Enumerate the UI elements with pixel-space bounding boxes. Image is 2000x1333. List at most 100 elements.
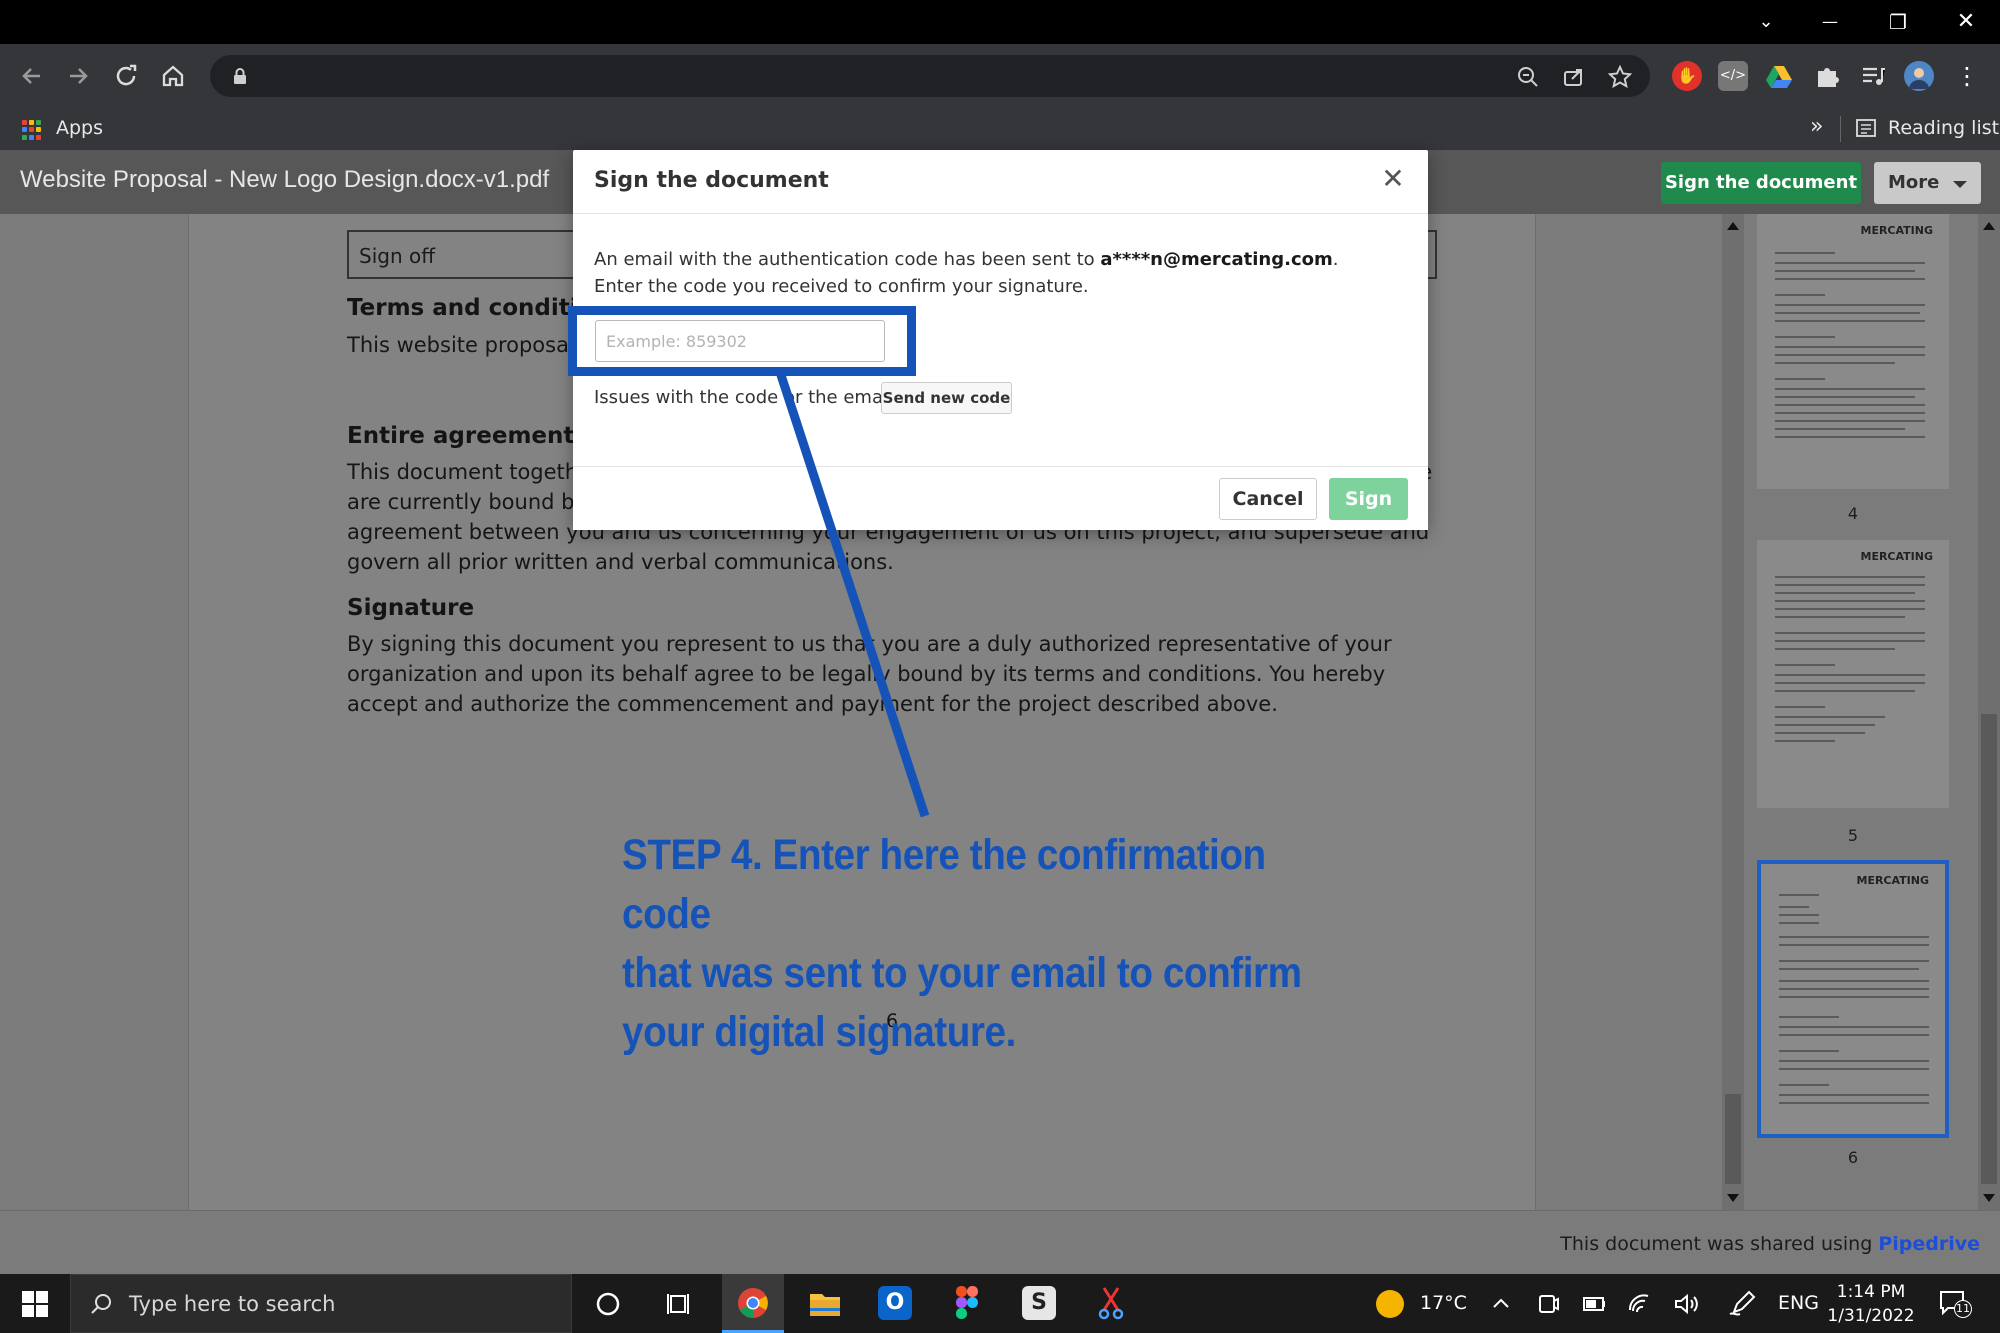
more-menu-button[interactable]: More xyxy=(1874,162,1981,204)
scrollbar-thumb[interactable] xyxy=(1725,1094,1741,1184)
scrivener-icon: S xyxy=(1022,1286,1056,1320)
message-suffix: . xyxy=(1332,249,1339,270)
bookmark-star-icon[interactable] xyxy=(1606,63,1634,91)
language-indicator[interactable]: ENG xyxy=(1778,1292,1819,1314)
restore-button[interactable]: ❐ xyxy=(1868,0,1928,44)
scrivener-taskbar-icon[interactable]: S xyxy=(1008,1274,1070,1333)
system-clock[interactable]: 1:14 PM 1/31/2022 xyxy=(1826,1280,1916,1328)
adblock-extension-icon[interactable]: ✋ xyxy=(1672,61,1702,91)
notification-count-badge: 11 xyxy=(1954,1300,1972,1318)
step-line: STEP 4. Enter here the confirmation code xyxy=(622,831,1266,938)
sign-button[interactable]: Sign xyxy=(1329,478,1408,520)
apps-grid-icon[interactable] xyxy=(22,120,42,140)
thumbnail-logo: MERCATING xyxy=(1860,224,1934,237)
scroll-down-icon[interactable] xyxy=(1983,1194,1995,1202)
google-drive-icon[interactable] xyxy=(1764,61,1794,91)
close-window-button[interactable]: ✕ xyxy=(1936,0,1996,44)
extensions-puzzle-icon[interactable] xyxy=(1812,61,1842,91)
wifi-icon[interactable] xyxy=(1620,1284,1660,1324)
page-thumbnail-6[interactable]: MERCATING xyxy=(1757,860,1949,1138)
sign-document-button[interactable]: Sign the document xyxy=(1661,162,1861,204)
pipedrive-link[interactable]: Pipedrive xyxy=(1878,1233,1980,1255)
thumbnail-logo: MERCATING xyxy=(1856,874,1930,887)
task-view-icon[interactable] xyxy=(659,1284,699,1324)
viewer-footer: This document was shared using Pipedrive xyxy=(0,1210,2000,1274)
search-icon xyxy=(89,1292,113,1316)
dialog-title: Sign the document xyxy=(594,168,829,193)
tutorial-highlight-box xyxy=(568,306,916,376)
scroll-up-icon[interactable] xyxy=(1727,222,1739,230)
battery-icon[interactable] xyxy=(1574,1284,1614,1324)
dialog-message: An email with the authentication code ha… xyxy=(594,246,1394,300)
volume-icon[interactable] xyxy=(1666,1284,1706,1324)
zoom-icon[interactable] xyxy=(1514,63,1542,91)
reading-list-button[interactable]: Reading list xyxy=(1888,117,1999,139)
dialog-header: Sign the document ✕ xyxy=(573,150,1428,214)
send-new-code-button[interactable]: Send new code xyxy=(881,382,1012,414)
tab-search-chevron-icon[interactable]: ⌄ xyxy=(1736,0,1796,44)
minimize-button[interactable]: — xyxy=(1800,0,1860,44)
weather-temperature[interactable]: 17°C xyxy=(1420,1292,1467,1314)
bookmarks-bar: Apps » Reading list xyxy=(0,108,2000,150)
step-line: that was sent to your email to confirm xyxy=(622,949,1302,997)
windows-taskbar: Type here to search O S 17°C ENG 1:14 PM… xyxy=(0,1274,2000,1333)
share-icon[interactable] xyxy=(1560,63,1588,91)
thumbnail-scrollbar-left[interactable] xyxy=(1722,214,1744,1210)
windows-start-icon[interactable] xyxy=(22,1291,48,1317)
scroll-up-icon[interactable] xyxy=(1983,222,1995,230)
reading-list-icon[interactable] xyxy=(1856,118,1876,138)
code-extension-icon[interactable]: </> xyxy=(1718,61,1748,91)
cancel-button[interactable]: Cancel xyxy=(1219,478,1317,520)
message-prefix: An email with the authentication code ha… xyxy=(594,249,1101,270)
bookmarks-overflow-button[interactable]: » xyxy=(1810,114,1823,139)
thumbnail-page-number: 5 xyxy=(1847,826,1859,845)
scrollbar-thumb[interactable] xyxy=(1981,714,1997,1184)
thumbnail-logo: MERCATING xyxy=(1860,550,1934,563)
home-icon[interactable] xyxy=(155,58,191,94)
browser-menu-icon[interactable]: ⋮ xyxy=(1952,61,1982,91)
browser-toolbar: ✋ </> ⋮ xyxy=(0,44,2000,108)
page-thumbnail-4[interactable]: MERCATING xyxy=(1757,214,1949,489)
scroll-down-icon[interactable] xyxy=(1727,1194,1739,1202)
meet-now-icon[interactable] xyxy=(1528,1284,1568,1324)
lock-icon[interactable] xyxy=(230,66,250,86)
section-heading: Signature xyxy=(347,595,475,621)
notification-center-icon[interactable]: 11 xyxy=(1938,1288,1972,1318)
reload-icon[interactable] xyxy=(108,58,144,94)
tray-overflow-chevron-icon[interactable] xyxy=(1481,1284,1521,1324)
figma-taskbar-icon[interactable] xyxy=(936,1274,998,1333)
footer-shared-text: This document was shared using xyxy=(1560,1233,1873,1255)
search-placeholder: Type here to search xyxy=(129,1292,336,1316)
section-text: By signing this document you represent t… xyxy=(347,632,1392,716)
masked-email: a****n@mercating.com xyxy=(1100,249,1333,270)
section-heading: Entire agreement xyxy=(347,423,575,449)
step-line: your digital signature. xyxy=(622,1008,1016,1056)
document-title: Website Proposal - New Logo Design.docx-… xyxy=(20,166,550,193)
address-bar[interactable] xyxy=(210,55,1650,97)
cortana-icon[interactable] xyxy=(588,1284,628,1324)
issues-text: Issues with the code or the email? xyxy=(594,387,903,408)
close-icon[interactable]: ✕ xyxy=(1378,164,1408,194)
taskbar-search-box[interactable]: Type here to search xyxy=(70,1274,572,1333)
page-thumbnail-5[interactable]: MERCATING xyxy=(1757,540,1949,808)
snipping-tool-taskbar-icon[interactable] xyxy=(1080,1274,1142,1333)
apps-bookmark[interactable]: Apps xyxy=(56,117,103,139)
file-explorer-taskbar-icon[interactable] xyxy=(794,1274,856,1333)
forward-arrow-icon[interactable] xyxy=(60,58,96,94)
footer-text: This document was shared using Pipedrive xyxy=(1560,1233,1980,1255)
chrome-taskbar-icon[interactable] xyxy=(722,1274,784,1333)
pen-icon[interactable] xyxy=(1722,1284,1762,1324)
profile-avatar[interactable] xyxy=(1904,61,1934,91)
clock-time: 1:14 PM xyxy=(1836,1282,1906,1302)
media-control-icon[interactable] xyxy=(1858,61,1888,91)
thumbnail-scrollbar-right[interactable] xyxy=(1978,214,2000,1210)
caret-down-icon xyxy=(1953,181,1967,188)
back-arrow-icon[interactable] xyxy=(14,58,50,94)
outlook-taskbar-icon[interactable]: O xyxy=(864,1274,926,1333)
bookmarks-divider xyxy=(1840,116,1841,142)
dialog-footer: Cancel Sign xyxy=(573,466,1428,530)
browser-titlebar: ⌄ — ❐ ✕ xyxy=(0,0,2000,44)
clock-date: 1/31/2022 xyxy=(1827,1306,1915,1326)
thumbnail-panel: MERCATING 4 MERCATING 5 MERCATING 6 xyxy=(1722,214,2000,1210)
weather-sun-icon[interactable] xyxy=(1376,1290,1404,1318)
